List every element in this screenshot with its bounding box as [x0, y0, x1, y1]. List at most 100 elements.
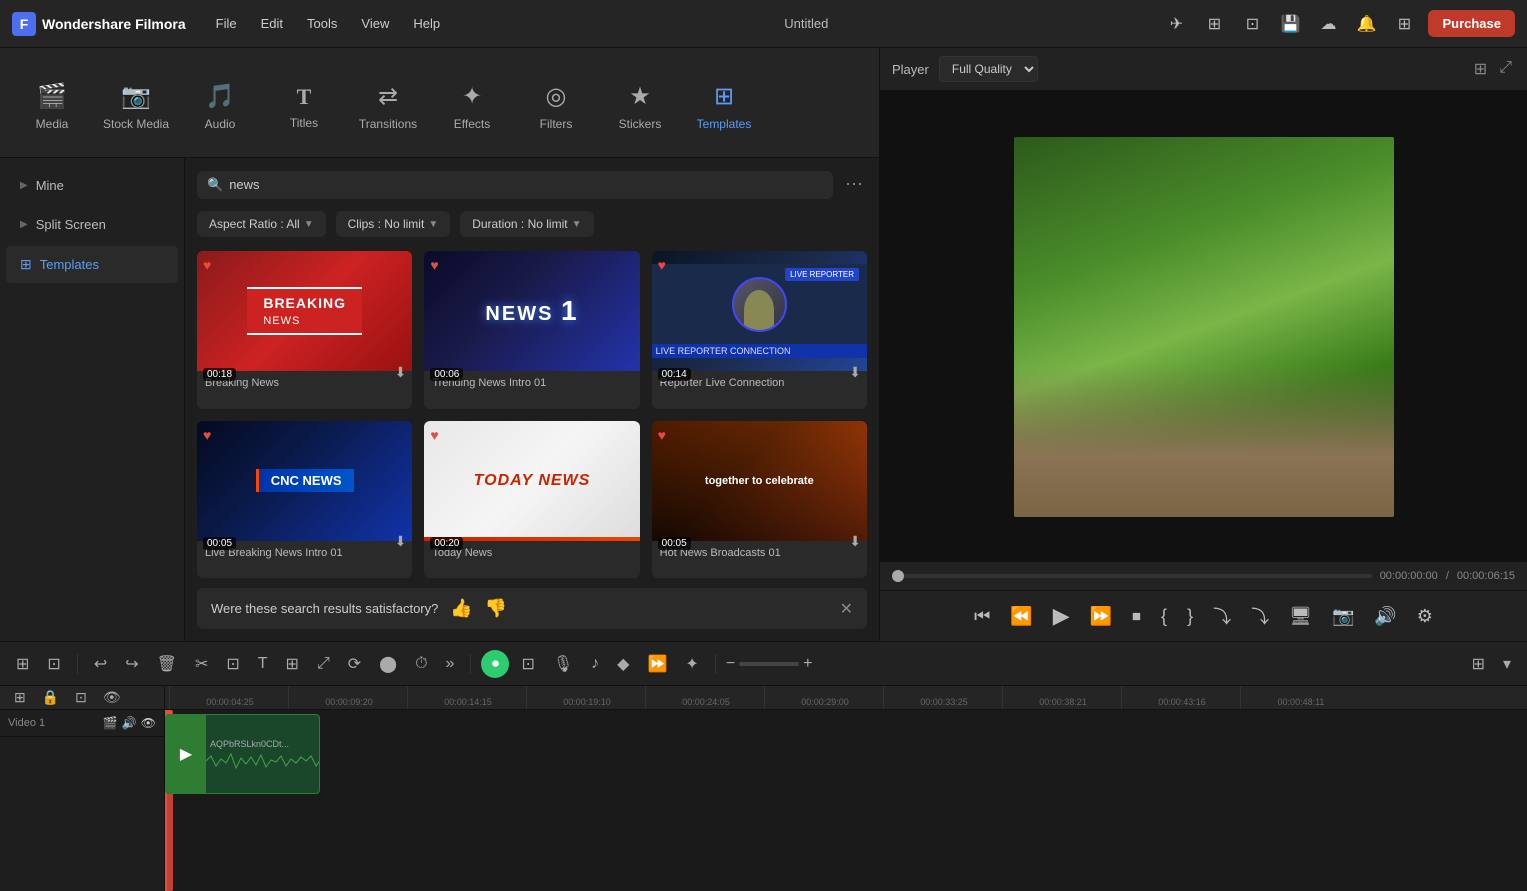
template-card-live-breaking[interactable]: CNC NEWS ♥ 00:05 ⬇ Live Breaking News In… [197, 421, 412, 579]
template-card-reporter-live[interactable]: LIVE REPORTER LIVE REPORTER CONNECTION ♥… [652, 251, 867, 409]
sidebar-item-split-screen[interactable]: ▶ Split Screen [6, 207, 178, 242]
right-panel: Player Full Quality 1/2 Quality 1/4 Qual… [880, 48, 1527, 641]
skip-back-button[interactable]: ⏮ [970, 602, 994, 631]
aspect-ratio-filter[interactable]: Aspect Ratio : All ▼ [197, 211, 326, 237]
download-icon-hot-news[interactable]: ⬇ [849, 533, 861, 550]
notification-icon[interactable]: 🔔 [1352, 10, 1380, 38]
speed-icon[interactable]: ⏱ [409, 651, 433, 677]
thumbs-up-button[interactable]: 👍 [450, 598, 472, 619]
ai-icon[interactable]: ✦ [679, 650, 704, 678]
zoom-out-button[interactable]: − [726, 655, 735, 673]
monitor-icon[interactable]: 🖥 [1285, 602, 1316, 631]
zoom-in-button[interactable]: + [803, 655, 812, 673]
thumbs-down-button[interactable]: 👎 [485, 598, 507, 619]
save-icon[interactable]: 💾 [1276, 10, 1304, 38]
purchase-button[interactable]: Purchase [1428, 10, 1515, 37]
menu-file[interactable]: File [206, 12, 247, 35]
settings-icon[interactable]: ⚙ [1413, 602, 1437, 631]
track-eye-icon[interactable]: 👁 [97, 686, 127, 710]
text-button[interactable]: T [252, 651, 274, 677]
track-audio-icon[interactable]: 🔊 [122, 716, 137, 730]
snapshot-icon[interactable]: 📷 [1328, 602, 1358, 631]
menu-help[interactable]: Help [403, 12, 450, 35]
insert-icon[interactable]: ⤵ [1209, 599, 1235, 633]
search-input-wrap[interactable]: 🔍 [197, 171, 833, 199]
stop-button[interactable]: ⏹ [1128, 602, 1145, 631]
template-card-hot-news[interactable]: together to celebrate ♥ 00:05 ⬇ Hot News… [652, 421, 867, 579]
clips-filter[interactable]: Clips : No limit ▼ [336, 211, 451, 237]
sidebar-item-mine[interactable]: ▶ Mine [6, 168, 178, 203]
download-icon-breaking-news[interactable]: ⬇ [395, 364, 407, 381]
track-split-icon[interactable]: ⊡ [69, 686, 93, 710]
overwrite-icon[interactable]: ⤵ [1247, 599, 1273, 633]
template-card-trending-news[interactable]: NEWS 1 ♥ 00:06 Trending News Intro 01 [424, 251, 639, 409]
marker-icon[interactable]: ◆ [611, 650, 635, 678]
tab-templates[interactable]: ⊞ Templates [684, 74, 764, 139]
tab-media[interactable]: 🎬 Media [12, 74, 92, 139]
cut-button[interactable]: ✂ [189, 650, 214, 678]
tab-effects[interactable]: ✦ Effects [432, 74, 512, 139]
mark-in-icon[interactable]: { [1157, 602, 1171, 631]
track-camera-icon[interactable]: 🎬 [103, 716, 118, 730]
tab-transitions-label: Transitions [359, 117, 417, 131]
tab-audio[interactable]: 🎵 Audio [180, 74, 260, 139]
cloud-icon[interactable]: ☁ [1314, 10, 1342, 38]
download-icon-live-breaking[interactable]: ⬇ [395, 533, 407, 550]
crop-button[interactable]: ⊡ [220, 650, 245, 678]
ripple-icon[interactable]: ⟳ [342, 650, 367, 678]
view-more-icon[interactable]: ▾ [1497, 650, 1517, 678]
undo-button[interactable]: ↩ [88, 650, 113, 678]
layout-icon[interactable]: ⊡ [1238, 10, 1266, 38]
record-button[interactable]: ⏺ [481, 650, 509, 678]
tab-stock-media[interactable]: 📷 Stock Media [96, 74, 176, 139]
menu-view[interactable]: View [351, 12, 399, 35]
transform-icon[interactable]: ⤢ [311, 651, 336, 677]
redo-button[interactable]: ↪ [119, 650, 144, 678]
pip-icon[interactable]: ⊡ [515, 650, 540, 678]
template-card-breaking-news[interactable]: BREAKINGNEWS ♥ 00:18 ⬇ Breaking News [197, 251, 412, 409]
menu-tools[interactable]: Tools [297, 12, 347, 35]
track-lock-icon[interactable]: 🔒 [36, 686, 65, 710]
search-more-button[interactable]: ⋯ [841, 170, 867, 199]
sidebar-item-templates[interactable]: ⊞ Templates [6, 246, 178, 283]
track-magnet-icon[interactable]: ⊡ [41, 650, 66, 678]
voice-icon[interactable]: 🎙 [547, 650, 579, 678]
volume-icon[interactable]: 🔊 [1370, 602, 1400, 631]
mark-out-icon[interactable]: } [1183, 602, 1197, 631]
color-icon[interactable]: ⬤ [373, 650, 403, 678]
fullscreen-icon[interactable]: ⤢ [1496, 56, 1515, 82]
satisfaction-close-button[interactable]: ✕ [840, 599, 853, 619]
tab-transitions[interactable]: ⇄ Transitions [348, 74, 428, 139]
search-input[interactable] [229, 177, 823, 192]
more-icon[interactable]: » [440, 651, 461, 677]
menu-edit[interactable]: Edit [251, 12, 293, 35]
timeline-slider[interactable] [892, 574, 1372, 578]
template-card-today-news[interactable]: TODAY NEWS ♥ 00:20 Today News [424, 421, 639, 579]
clip-speed-icon[interactable]: ⏩ [641, 650, 673, 678]
tab-stickers[interactable]: ★ Stickers [600, 74, 680, 139]
sidebar-mine-label: Mine [36, 178, 64, 193]
clip-button[interactable]: ⊞ [280, 650, 305, 678]
grid-view-icon[interactable]: ⊞ [1471, 56, 1490, 82]
tab-titles[interactable]: T Titles [264, 76, 344, 138]
duration-filter[interactable]: Duration : No limit ▼ [460, 211, 593, 237]
play-button[interactable]: ▶ [1049, 599, 1074, 633]
export-icon[interactable]: ✈ [1162, 10, 1190, 38]
track-visibility-icon[interactable]: 👁 [141, 716, 156, 730]
media-library-icon[interactable]: ⊞ [1200, 10, 1228, 38]
download-icon-reporter[interactable]: ⬇ [849, 364, 861, 381]
zoom-slider[interactable] [739, 662, 799, 666]
tab-filters[interactable]: ◎ Filters [516, 74, 596, 139]
video-clip[interactable]: ▶ AQPbRSLkn0CDt... [165, 714, 320, 794]
logo-icon: F [12, 12, 36, 36]
grid-icon[interactable]: ⊞ [1390, 10, 1418, 38]
add-track-icon[interactable]: ⊞ [8, 686, 32, 710]
frame-back-button[interactable]: ⏪ [1006, 602, 1036, 631]
view-grid-icon[interactable]: ⊞ [1466, 650, 1491, 678]
timeline-playhead-dot[interactable] [892, 570, 904, 582]
delete-button[interactable]: 🗑 [151, 650, 183, 678]
track-add-icon[interactable]: ⊞ [10, 650, 35, 678]
frame-forward-button[interactable]: ⏩ [1086, 602, 1116, 631]
quality-select[interactable]: Full Quality 1/2 Quality 1/4 Quality [939, 56, 1038, 82]
music-icon[interactable]: ♪ [585, 651, 605, 677]
